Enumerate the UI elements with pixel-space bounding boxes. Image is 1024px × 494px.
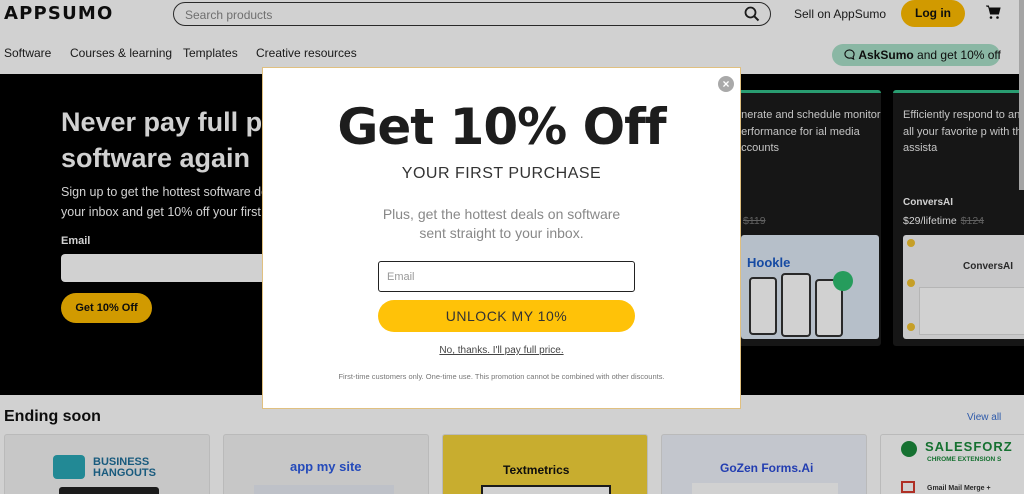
unlock-discount-button[interactable]: UNLOCK MY 10%	[378, 300, 635, 332]
popup-description-line1: Plus, get the hottest deals on software	[382, 206, 621, 222]
popup-email-input[interactable]: Email	[378, 261, 635, 292]
popup-description: Plus, get the hottest deals on software …	[263, 205, 740, 243]
fine-print: First-time customers only. One-time use.…	[338, 372, 665, 381]
no-thanks-link[interactable]: No, thanks. I'll pay full price.	[263, 345, 740, 356]
popup-description-line2: sent straight to your inbox.	[419, 225, 584, 241]
popup-subtitle: YOUR FIRST PURCHASE	[401, 165, 602, 182]
popup-title: Get 10% Off	[337, 98, 666, 156]
close-icon[interactable]: ×	[718, 76, 734, 92]
discount-popup: × Get 10% Off YOUR FIRST PURCHASE Plus, …	[262, 67, 741, 409]
popup-email-placeholder: Email	[387, 271, 415, 283]
